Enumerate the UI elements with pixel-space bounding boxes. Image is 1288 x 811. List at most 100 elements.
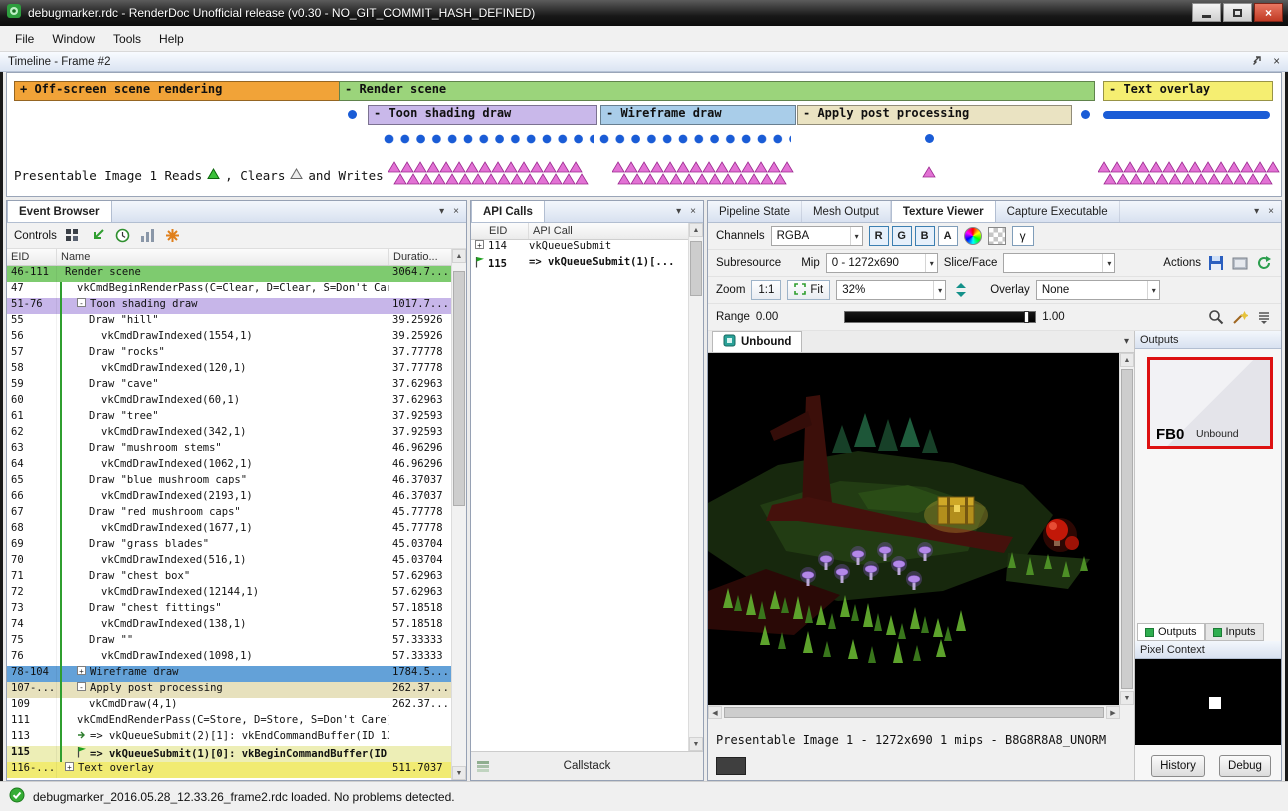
api-calls-scrollbar[interactable]: ▲ ▼ <box>688 223 703 751</box>
texture-vertical-scrollbar[interactable]: ▲ ▼ <box>1119 353 1134 705</box>
scroll-down-icon[interactable]: ▼ <box>689 737 703 751</box>
api-call-row[interactable]: 115=> vkQueueSubmit(1)[... <box>471 256 688 272</box>
range-max-value[interactable]: 1.00 <box>1042 311 1064 323</box>
event-row[interactable]: 72vkCmdDrawIndexed(12144,1)57.62963 <box>7 586 451 602</box>
statistics-icon[interactable] <box>139 227 157 245</box>
color-wheel-icon[interactable] <box>964 227 982 245</box>
scroll-left-icon[interactable]: ◀ <box>708 706 722 719</box>
expand-icon[interactable]: + <box>77 666 86 675</box>
event-row[interactable]: 59Draw "cave"37.62963 <box>7 378 451 394</box>
scrollbar-thumb[interactable] <box>724 707 1104 718</box>
slice-face-select[interactable]: ▾ <box>1003 253 1115 273</box>
event-row[interactable]: 46-111Render scene3064.7... <box>7 266 451 282</box>
event-row[interactable]: 67Draw "red mushroom caps"45.77778 <box>7 506 451 522</box>
find-event-icon[interactable] <box>64 227 82 245</box>
background-checker-icon[interactable] <box>988 227 1006 245</box>
collapse-icon[interactable]: - <box>77 298 86 307</box>
gamma-button[interactable]: γ <box>1012 226 1034 246</box>
scroll-up-icon[interactable]: ▲ <box>452 249 466 263</box>
tab-capture-executable[interactable]: Capture Executable <box>996 201 1120 222</box>
close-panel-icon[interactable]: × <box>1273 56 1280 68</box>
event-row[interactable]: 51-76-Toon shading draw1017.7... <box>7 298 451 314</box>
range-handle[interactable] <box>1024 311 1029 323</box>
channel-g-button[interactable]: G <box>892 226 912 246</box>
expand-icon[interactable]: + <box>65 762 74 771</box>
column-header-eid[interactable]: EID <box>7 249 57 265</box>
flip-y-icon[interactable] <box>952 281 970 299</box>
texture-horizontal-scrollbar[interactable]: ◀ ▶ <box>708 705 1120 719</box>
range-min-value[interactable]: 0.00 <box>756 311 778 323</box>
api-call-row[interactable]: +114vkQueueSubmit <box>471 240 688 256</box>
event-row[interactable]: 58vkCmdDrawIndexed(120,1)37.77778 <box>7 362 451 378</box>
jump-to-event-icon[interactable] <box>89 227 107 245</box>
draw-event-dot[interactable] <box>925 134 934 143</box>
event-row[interactable]: 63Draw "mushroom stems"46.96296 <box>7 442 451 458</box>
tab-outputs[interactable]: Outputs <box>1137 623 1205 641</box>
fit-button[interactable]: Fit <box>787 280 830 300</box>
title-bar[interactable]: debugmarker.rdc - RenderDoc Unofficial r… <box>0 0 1288 26</box>
timeline-panel-header[interactable]: Timeline - Frame #2 × <box>0 52 1288 72</box>
event-row[interactable]: 68vkCmdDrawIndexed(1677,1)45.77778 <box>7 522 451 538</box>
range-slider[interactable] <box>844 311 1036 323</box>
event-row[interactable]: 57Draw "rocks"37.77778 <box>7 346 451 362</box>
panel-menu-icon[interactable]: ▾ <box>1254 206 1259 217</box>
scroll-up-icon[interactable]: ▲ <box>689 223 703 237</box>
event-row[interactable]: 78-104+Wireframe draw1784.5... <box>7 666 451 682</box>
tab-event-browser[interactable]: Event Browser <box>7 201 112 222</box>
scrollbar-thumb[interactable] <box>690 241 702 296</box>
event-row[interactable]: 113=> vkQueueSubmit(2)[1]: vkEndCommandB… <box>7 730 451 746</box>
column-header-api-call[interactable]: API Call <box>529 223 688 239</box>
event-row[interactable]: 71Draw "chest box"57.62963 <box>7 570 451 586</box>
tab-unbound-texture[interactable]: Unbound <box>712 331 802 352</box>
panel-menu-icon[interactable]: ▾ <box>676 206 681 217</box>
texture-canvas[interactable] <box>708 353 1120 705</box>
event-row[interactable]: 73Draw "chest fittings"57.18518 <box>7 602 451 618</box>
time-durations-icon[interactable] <box>114 227 132 245</box>
event-row[interactable]: 62vkCmdDrawIndexed(342,1)37.92593 <box>7 426 451 442</box>
wand-icon[interactable] <box>1231 308 1249 326</box>
channels-select[interactable]: RGBA ▾ <box>771 226 863 246</box>
scroll-down-icon[interactable]: ▼ <box>1120 691 1134 705</box>
event-row[interactable]: 115=> vkQueueSubmit(1)[0]: vkBeginComman… <box>7 746 451 762</box>
draw-event-dots[interactable] <box>384 134 594 144</box>
overlay-select[interactable]: None ▾ <box>1036 280 1160 300</box>
event-row[interactable]: 65Draw "blue mushroom caps"46.37037 <box>7 474 451 490</box>
timeline-bar-post-processing[interactable]: - Apply post processing <box>797 105 1072 125</box>
event-row[interactable]: 66vkCmdDrawIndexed(2193,1)46.37037 <box>7 490 451 506</box>
tab-mesh-output[interactable]: Mesh Output <box>802 201 891 222</box>
timeline-bar-wireframe[interactable]: - Wireframe draw <box>600 105 796 125</box>
event-row[interactable]: 47vkCmdBeginRenderPass(C=Clear, D=Clear,… <box>7 282 451 298</box>
pixel-context-canvas[interactable] <box>1135 659 1281 745</box>
timeline[interactable]: + Off-screen scene rendering - Render sc… <box>6 72 1282 197</box>
timeline-bar-render-scene[interactable]: - Render scene <box>339 81 1095 101</box>
column-header-name[interactable]: Name <box>57 249 389 265</box>
event-row[interactable]: 111vkCmdEndRenderPass(C=Store, D=Store, … <box>7 714 451 730</box>
close-panel-icon[interactable]: × <box>1268 206 1274 217</box>
panel-menu-icon[interactable]: ▾ <box>439 206 444 217</box>
draw-event-dot[interactable] <box>348 110 357 119</box>
close-panel-icon[interactable]: × <box>453 206 459 217</box>
event-row[interactable]: 69Draw "grass blades"45.03704 <box>7 538 451 554</box>
open-texture-icon[interactable] <box>1231 254 1249 272</box>
event-row[interactable]: 64vkCmdDrawIndexed(1062,1)46.96296 <box>7 458 451 474</box>
zoom-1to1-button[interactable]: 1:1 <box>751 280 781 300</box>
menu-item-help[interactable]: Help <box>150 28 193 50</box>
close-panel-icon[interactable]: × <box>690 206 696 217</box>
save-icon[interactable] <box>1207 254 1225 272</box>
debug-button[interactable]: Debug <box>1219 755 1271 777</box>
magnifier-icon[interactable] <box>1207 308 1225 326</box>
history-button[interactable]: History <box>1151 755 1205 777</box>
scrollbar-thumb[interactable] <box>1121 369 1133 689</box>
event-row[interactable]: 60vkCmdDrawIndexed(60,1)37.62963 <box>7 394 451 410</box>
draw-event-dot[interactable] <box>1081 110 1090 119</box>
collapse-icon[interactable]: - <box>77 682 86 691</box>
zoom-select[interactable]: 32% ▾ <box>836 280 946 300</box>
minimize-button[interactable] <box>1192 3 1221 22</box>
scroll-up-icon[interactable]: ▲ <box>1120 353 1134 367</box>
event-row[interactable]: 75Draw ""57.33333 <box>7 634 451 650</box>
mip-select[interactable]: 0 - 1272x690 ▾ <box>826 253 938 273</box>
tab-inputs[interactable]: Inputs <box>1205 623 1264 641</box>
texture-list-chevron-icon[interactable]: ▾ <box>1124 336 1129 347</box>
scrollbar-thumb[interactable] <box>453 271 465 506</box>
menu-item-window[interactable]: Window <box>43 28 104 50</box>
